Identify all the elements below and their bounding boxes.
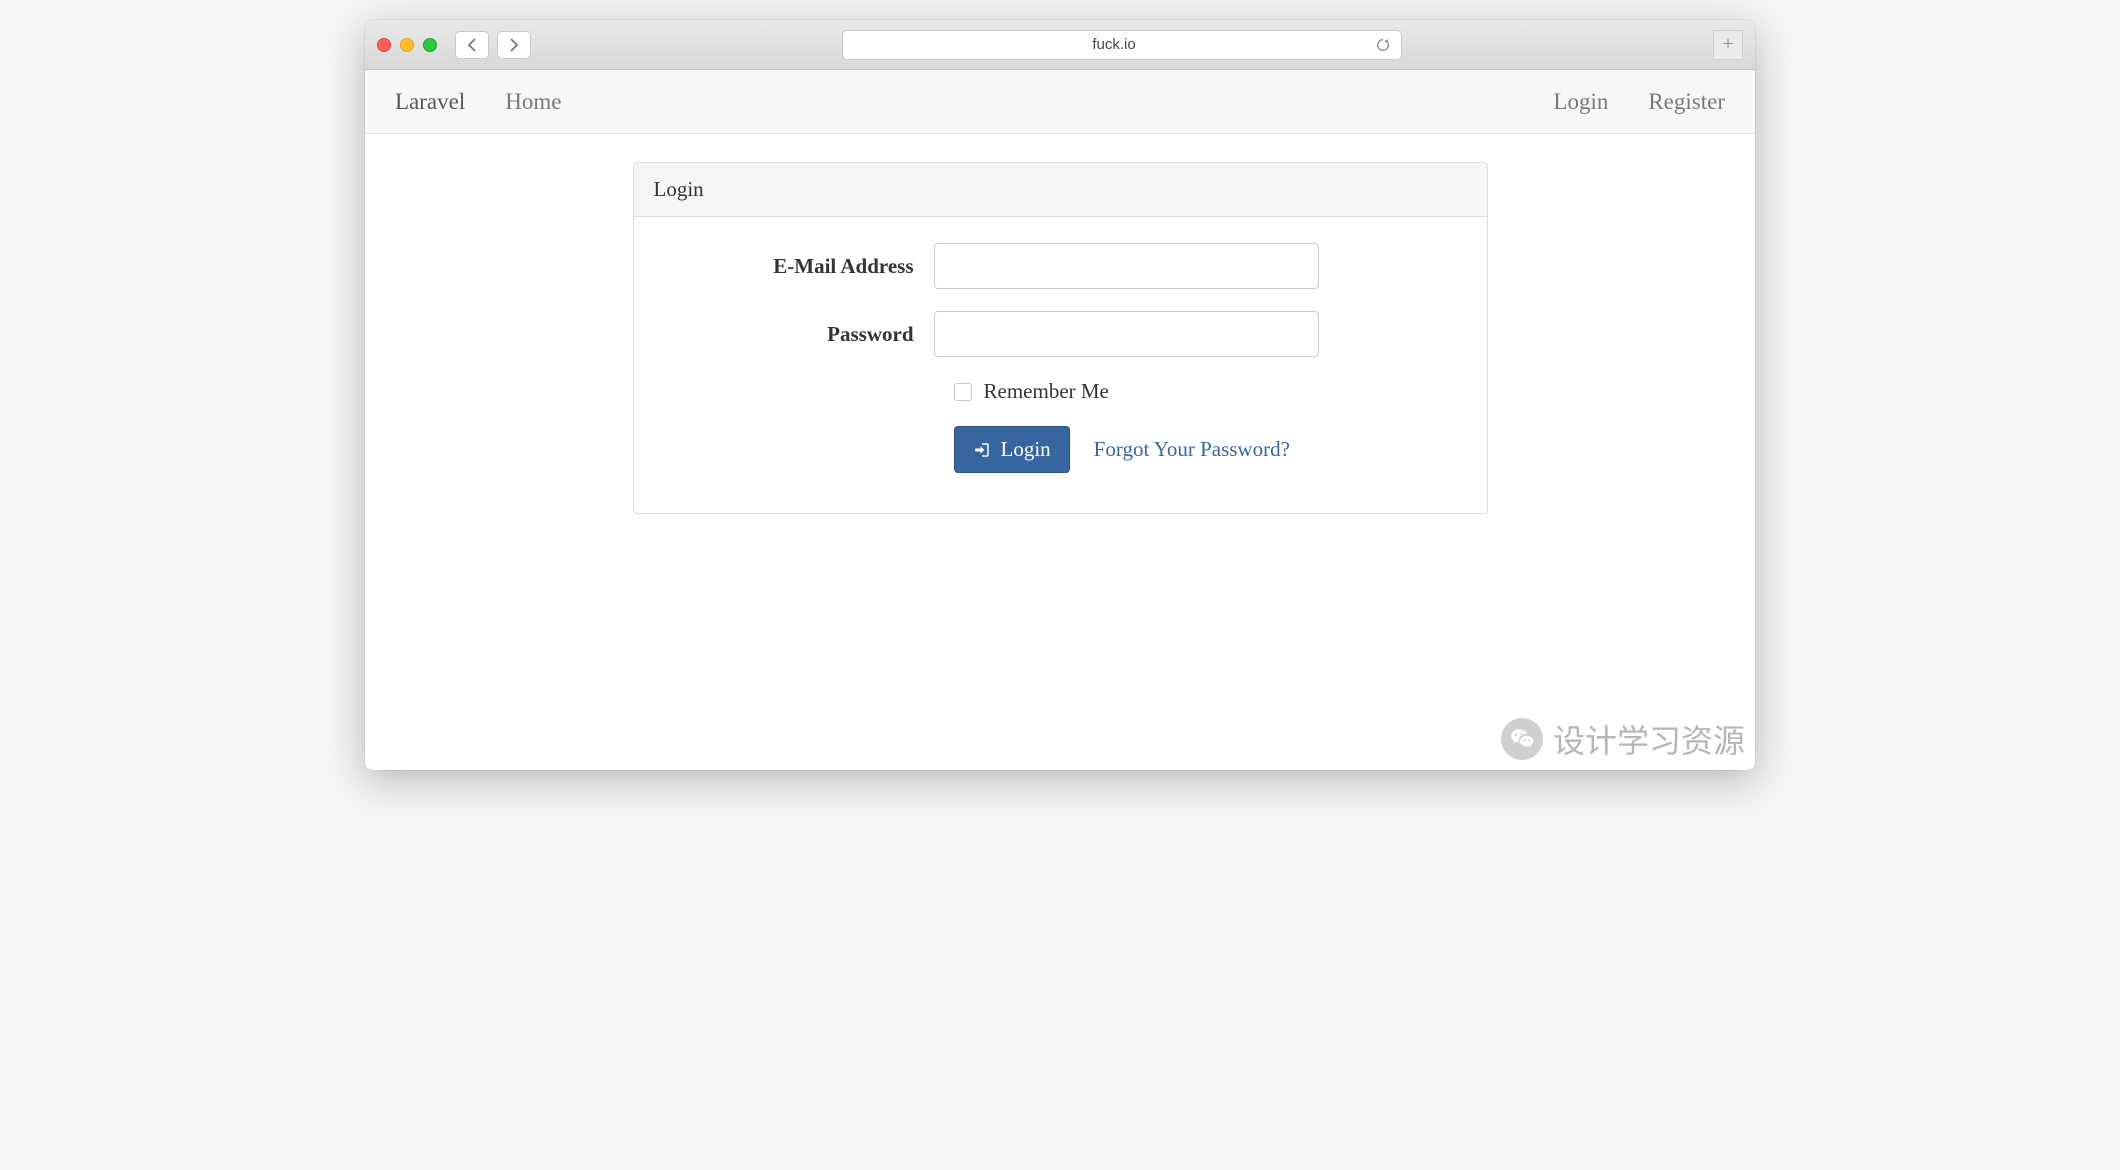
browser-window: fuck.io + Laravel Home Login Register Lo	[365, 20, 1755, 770]
nav-link-home[interactable]: Home	[505, 89, 561, 115]
sign-in-icon	[973, 441, 991, 459]
login-panel: Login E-Mail Address Password Remember M…	[633, 162, 1488, 514]
address-bar[interactable]: fuck.io	[842, 30, 1402, 60]
email-label: E-Mail Address	[654, 254, 934, 279]
email-input[interactable]	[934, 243, 1319, 289]
window-controls	[377, 38, 437, 52]
remember-label: Remember Me	[984, 379, 1109, 404]
minimize-window-icon[interactable]	[400, 38, 414, 52]
address-bar-text: fuck.io	[853, 36, 1375, 53]
chevron-right-icon	[509, 38, 519, 52]
new-tab-button[interactable]: +	[1713, 30, 1743, 60]
watermark-text: 设计学习资源	[1553, 716, 1745, 762]
password-label: Password	[654, 322, 934, 347]
app-navbar: Laravel Home Login Register	[365, 70, 1755, 134]
wechat-icon	[1501, 718, 1543, 760]
maximize-window-icon[interactable]	[423, 38, 437, 52]
login-button-label: Login	[1001, 437, 1051, 462]
brand-link[interactable]: Laravel	[395, 89, 465, 115]
watermark: 设计学习资源	[1501, 716, 1745, 762]
close-window-icon[interactable]	[377, 38, 391, 52]
login-button[interactable]: Login	[954, 426, 1070, 473]
forgot-password-link[interactable]: Forgot Your Password?	[1094, 437, 1290, 462]
browser-toolbar: fuck.io +	[365, 20, 1755, 70]
forward-button[interactable]	[497, 31, 531, 59]
password-input[interactable]	[934, 311, 1319, 357]
nav-link-register[interactable]: Register	[1648, 89, 1725, 115]
page-content: Laravel Home Login Register Login E-Mail…	[365, 70, 1755, 770]
reload-icon[interactable]	[1375, 37, 1391, 53]
plus-icon: +	[1722, 33, 1733, 56]
remember-checkbox[interactable]	[954, 383, 972, 401]
back-button[interactable]	[455, 31, 489, 59]
nav-link-login[interactable]: Login	[1553, 89, 1608, 115]
panel-title: Login	[634, 163, 1487, 217]
chevron-left-icon	[467, 38, 477, 52]
